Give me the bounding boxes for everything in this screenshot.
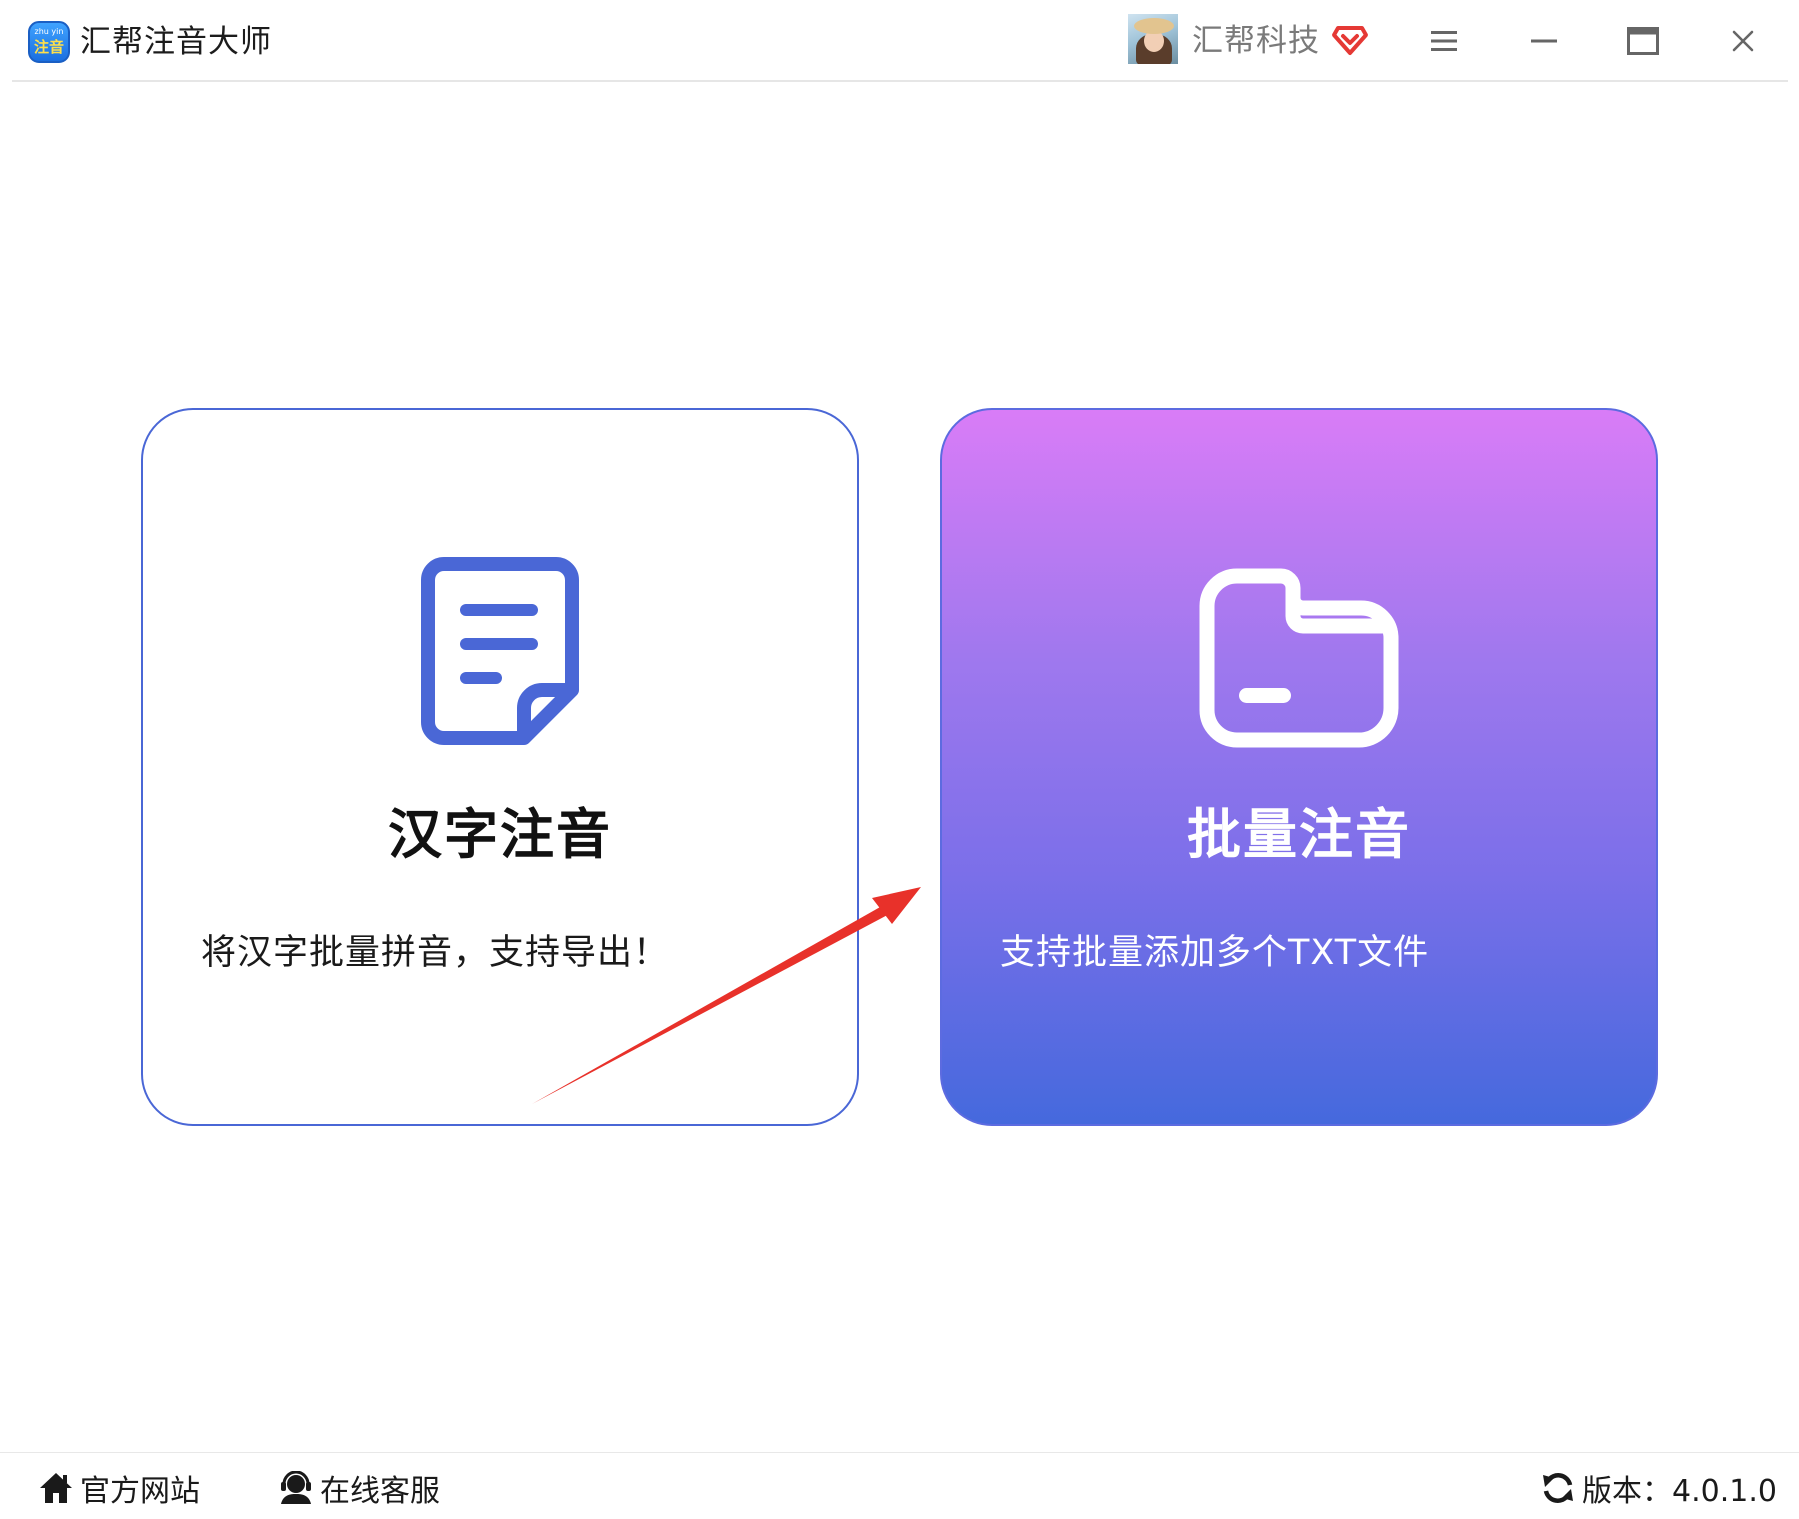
- official-website-link[interactable]: 官方网站: [38, 1464, 200, 1512]
- status-bar-divider: [0, 1452, 1799, 1453]
- card-title: 汉字注音: [388, 803, 612, 866]
- card-title: 批量注音: [1187, 803, 1411, 866]
- title-bar-divider: [12, 80, 1788, 82]
- version-info: 版本：4.0.1.0: [1540, 1464, 1777, 1512]
- close-icon: [1732, 30, 1754, 52]
- app-logo-icon: zhu yin 注音: [28, 21, 70, 63]
- app-logo-bottom-text: 注音: [33, 38, 64, 56]
- online-support-label: 在线客服: [320, 1474, 440, 1509]
- vip-diamond-icon[interactable]: [1330, 18, 1370, 58]
- card-description: 支持批量添加多个TXT文件: [1000, 933, 1430, 973]
- menu-button[interactable]: [1421, 18, 1467, 64]
- close-button[interactable]: [1720, 18, 1766, 64]
- home-icon: [40, 1473, 72, 1503]
- card-description: 将汉字批量拼音，支持导出！: [201, 933, 670, 973]
- online-support-link[interactable]: 在线客服: [278, 1464, 440, 1512]
- hanzi-pinyin-card[interactable]: 汉字注音 将汉字批量拼音，支持导出！: [141, 408, 859, 1126]
- folder-icon: [1199, 568, 1399, 748]
- version-label: 版本：4.0.1.0: [1582, 1474, 1777, 1509]
- refresh-icon[interactable]: [1540, 1470, 1576, 1506]
- user-avatar[interactable]: [1128, 14, 1178, 64]
- official-website-label: 官方网站: [80, 1474, 200, 1509]
- document-icon: [421, 557, 579, 745]
- app-title: 汇帮注音大师: [80, 24, 272, 60]
- maximize-icon: [1627, 27, 1659, 55]
- title-bar: zhu yin 注音 汇帮注音大师 汇帮科技: [0, 0, 1799, 82]
- app-window: zhu yin 注音 汇帮注音大师 汇帮科技 汉字注音 将汉字批量拼音，支持导出…: [0, 0, 1799, 1519]
- account-name[interactable]: 汇帮科技: [1192, 19, 1320, 63]
- hamburger-menu-icon: [1431, 31, 1457, 51]
- minimize-button[interactable]: [1521, 18, 1567, 64]
- batch-pinyin-card[interactable]: 批量注音 支持批量添加多个TXT文件: [940, 408, 1658, 1126]
- maximize-button[interactable]: [1620, 18, 1666, 64]
- app-logo-top-text: zhu yin: [34, 27, 64, 36]
- customer-service-icon: [281, 1471, 311, 1504]
- minimize-icon: [1531, 39, 1557, 43]
